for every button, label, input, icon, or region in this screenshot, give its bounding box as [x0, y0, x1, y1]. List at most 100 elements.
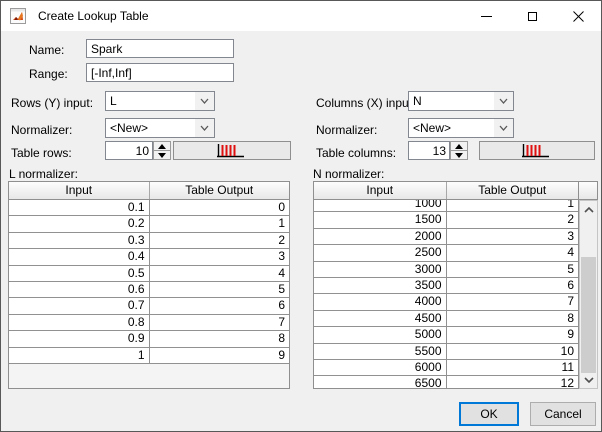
triangle-up-icon [158, 143, 166, 149]
table-cell[interactable]: 1 [9, 347, 150, 363]
table-cell[interactable]: 1000 [314, 200, 447, 212]
table-cell[interactable]: 6500 [314, 376, 447, 388]
column-header-input: Input [314, 182, 447, 199]
table-row: 0.2 1 [9, 216, 290, 233]
table-cell[interactable]: 1 [150, 216, 290, 231]
table-cell[interactable]: 7 [447, 294, 579, 309]
ok-button[interactable]: OK [459, 402, 519, 426]
table-cell[interactable]: 0.1 [9, 200, 150, 216]
table-cell[interactable]: 0.7 [9, 298, 150, 314]
column-header-input: Input [9, 182, 150, 199]
table-cell[interactable]: 7 [150, 315, 290, 330]
table-row: 0.6 5 [9, 281, 290, 299]
table-cell[interactable]: 6 [447, 278, 579, 293]
table-cell[interactable]: 4000 [314, 294, 447, 310]
table-cell[interactable]: 0.8 [9, 314, 150, 331]
table-cell[interactable]: 2 [447, 212, 579, 227]
table-cell[interactable]: 8 [150, 331, 290, 346]
table-cell[interactable]: 0.6 [9, 281, 150, 298]
scroll-down-button[interactable] [580, 371, 597, 388]
table-row: 0.4 3 [9, 249, 290, 266]
scroll-up-button[interactable] [580, 201, 597, 218]
table-cell[interactable]: 2 [150, 233, 290, 248]
spin-down-button[interactable] [450, 151, 468, 160]
titlebar[interactable]: Create Lookup Table [1, 1, 601, 31]
rows-input-label: Rows (Y) input: [11, 96, 94, 110]
row-normalizer-value: <New> [110, 121, 149, 135]
table-row: 5000 9 [314, 327, 579, 344]
table-cell[interactable]: 0.5 [9, 265, 150, 281]
table-cell[interactable]: 12 [447, 376, 579, 388]
table-cell[interactable]: 5 [150, 282, 290, 297]
cancel-button[interactable]: Cancel [530, 402, 596, 426]
table-cell[interactable]: 0.4 [9, 249, 150, 265]
table-cell[interactable]: 5500 [314, 343, 447, 359]
table-cell[interactable]: 4 [447, 245, 579, 260]
table-cell[interactable]: 1 [447, 200, 579, 211]
n-normalizer-table: Input Table Output 1000 1 1500 2 2000 3 2500 4 3… [313, 181, 579, 389]
maximize-icon [527, 11, 537, 21]
table-cell[interactable]: 3000 [314, 261, 447, 277]
minimize-icon [480, 15, 492, 17]
table-cell[interactable]: 1500 [314, 212, 447, 228]
table-rows-spinner[interactable]: 10 [105, 141, 153, 160]
col-normalizer-value: <New> [413, 121, 452, 135]
column-header-table-output: Table Output [185, 183, 254, 197]
rows-input-combo[interactable]: L [105, 91, 215, 111]
row-normalizer-combo[interactable]: <New> [105, 118, 215, 138]
table-cell[interactable]: 5 [447, 262, 579, 277]
scrollpane-corner [579, 181, 598, 200]
chevron-down-icon [195, 92, 214, 110]
table-rows-spin-buttons [153, 141, 171, 160]
table-cell[interactable]: 0.9 [9, 331, 150, 347]
table-cell[interactable]: 3 [150, 249, 290, 264]
columns-histogram-button[interactable] [479, 141, 595, 160]
table-header-row: Input Table Output [9, 182, 289, 200]
minimize-button[interactable] [463, 1, 509, 31]
table-cell[interactable]: 0.3 [9, 232, 150, 249]
maximize-button[interactable] [509, 1, 555, 31]
table-cell[interactable]: 4500 [314, 310, 447, 327]
table-cell[interactable]: 9 [447, 327, 579, 342]
spin-down-button[interactable] [153, 151, 171, 160]
table-cell[interactable]: 6000 [314, 359, 447, 376]
table-cell[interactable]: 3500 [314, 277, 447, 294]
matlab-icon [10, 8, 26, 24]
table-columns-spinner[interactable]: 13 [408, 141, 450, 160]
table-cell[interactable]: 0 [150, 200, 290, 215]
table-body: 1000 1 1500 2 2000 3 2500 4 3000 5 3500 6 4000 7 4500 8… [314, 200, 578, 388]
scrollbar-thumb[interactable] [581, 257, 596, 373]
spin-up-button[interactable] [153, 141, 171, 151]
table-row: 0.5 4 [9, 265, 290, 282]
table-cell[interactable]: 0.2 [9, 216, 150, 232]
table-cell[interactable]: 11 [447, 360, 579, 375]
table-cell[interactable]: 3 [447, 229, 579, 244]
columns-input-combo[interactable]: N [408, 91, 514, 111]
name-label: Name: [29, 43, 65, 57]
col-normalizer-combo[interactable]: <New> [408, 118, 514, 138]
table-row: 4000 7 [314, 294, 579, 311]
create-lookup-table-dialog: Create Lookup Table Name: Range: Rows (Y… [0, 0, 602, 432]
rows-input-value: L [110, 94, 117, 108]
table-row: 0.8 7 [9, 314, 290, 332]
spin-up-button[interactable] [450, 141, 468, 151]
table-row: 2000 3 [314, 228, 579, 246]
table-columns-value: 13 [432, 143, 446, 158]
table-cell[interactable]: 10 [447, 344, 579, 359]
table-cell[interactable]: 9 [150, 348, 290, 363]
table-cell[interactable]: 8 [447, 311, 579, 326]
l-normalizer-table: Input Table Output 0.1 0 0.2 1 0.3 2 0.4 3 0.5 4 0… [8, 181, 290, 389]
n-table-scrollbar[interactable] [579, 200, 598, 389]
range-input[interactable] [86, 63, 234, 82]
table-cell[interactable]: 2000 [314, 228, 447, 245]
table-columns-label: Table columns: [316, 146, 397, 160]
table-cell[interactable]: 2500 [314, 245, 447, 261]
close-button[interactable] [555, 1, 601, 31]
table-cell[interactable]: 5000 [314, 327, 447, 343]
table-row: 19 [9, 347, 290, 364]
name-input[interactable] [86, 39, 234, 58]
column-header-table-output: Table Output [478, 183, 547, 197]
table-cell[interactable]: 4 [150, 266, 290, 281]
table-cell[interactable]: 6 [150, 298, 290, 313]
rows-histogram-button[interactable] [173, 141, 291, 160]
